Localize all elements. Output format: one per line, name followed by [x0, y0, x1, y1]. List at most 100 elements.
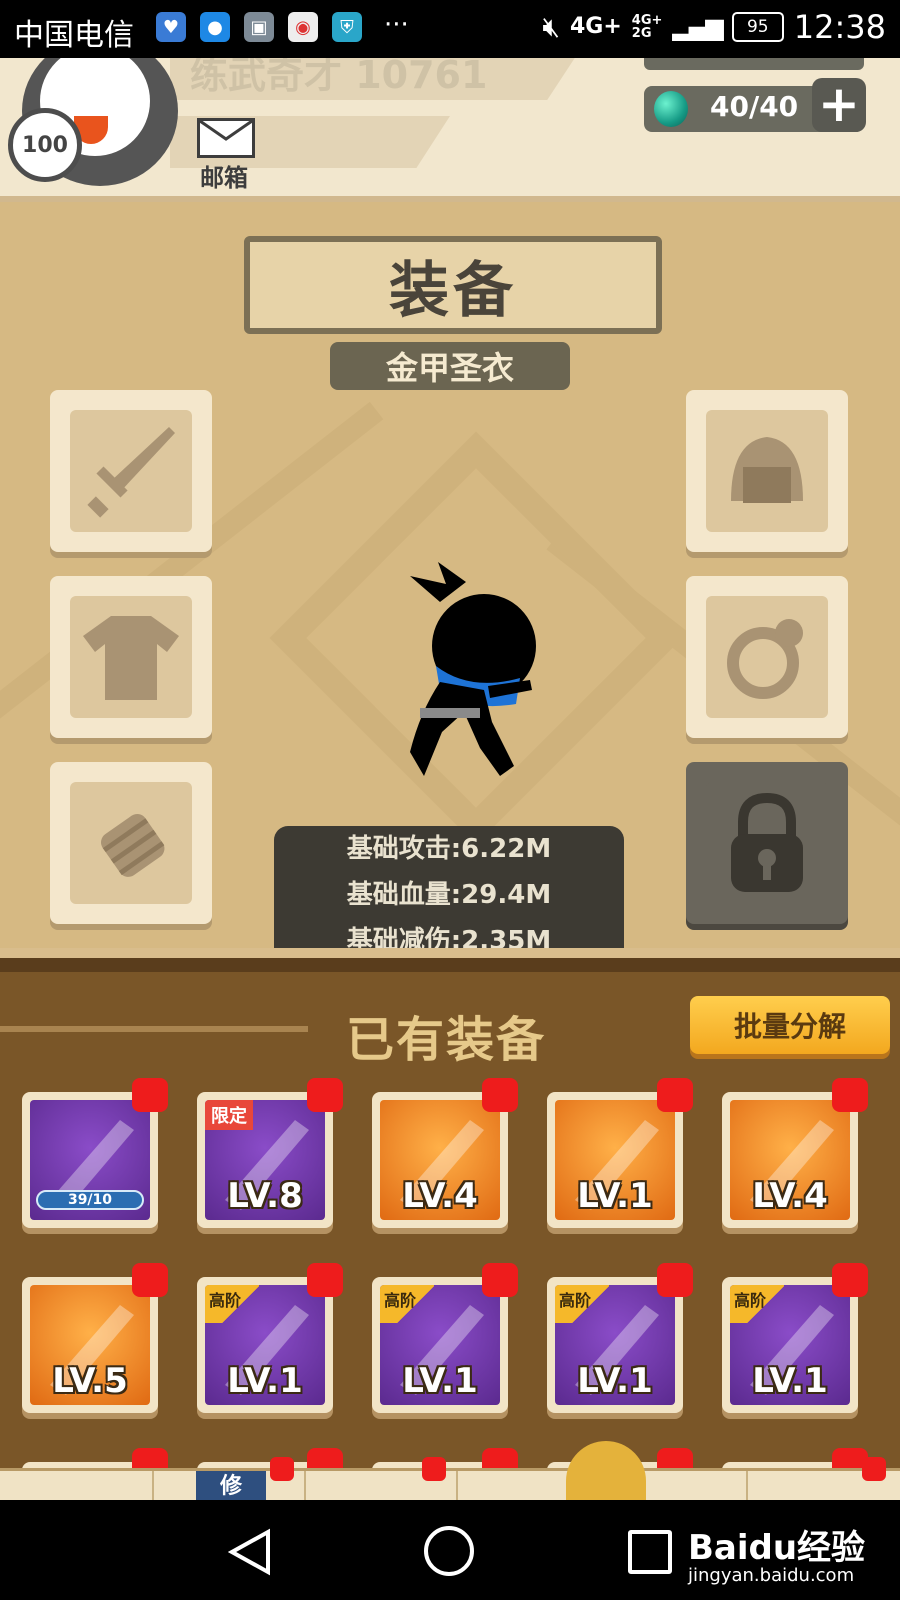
inventory-item[interactable]: LV.4	[722, 1078, 868, 1228]
new-item-dot	[832, 1263, 868, 1297]
browser-app-icon: ◉	[288, 12, 318, 42]
mail-icon[interactable]	[197, 118, 255, 158]
item-tag: 高阶	[380, 1285, 435, 1323]
bottom-navigation: 修	[0, 1441, 900, 1500]
item-tag: 高阶	[555, 1285, 610, 1323]
base-stats-panel: 基础攻击:6.22M 基础血量:29.4M 基础减伤:2.35M	[274, 826, 624, 948]
gem-count: 40/40	[710, 90, 799, 123]
armor-slot[interactable]	[50, 576, 212, 738]
shirt-icon	[83, 616, 179, 700]
new-item-dot	[657, 1263, 693, 1297]
level-badge: 100	[8, 108, 82, 182]
item-level-label: LV.1	[227, 1361, 303, 1401]
item-artwork: 39/10	[30, 1100, 150, 1220]
inventory-title: 已有装备	[346, 1012, 547, 1068]
player-name: 练武奇才 10761	[190, 58, 488, 97]
item-level-label: LV.4	[752, 1176, 828, 1216]
game-screen: 练武奇才 10761 邮箱 100 40/40 + 装备 金甲圣衣 基础攻击:6…	[0, 58, 900, 1500]
inventory-item[interactable]: 高阶 LV.1	[722, 1263, 868, 1413]
page-title-frame: 装备	[244, 236, 662, 334]
item-level-label: LV.1	[402, 1361, 478, 1401]
back-icon[interactable]	[228, 1528, 272, 1576]
character-avatar	[410, 562, 536, 776]
attack-stat: 基础攻击:6.22M	[346, 834, 552, 864]
new-item-dot	[482, 1263, 518, 1297]
new-item-dot	[132, 1263, 168, 1297]
item-artwork: LV.1	[555, 1100, 675, 1220]
inventory-item[interactable]: 高阶 LV.1	[372, 1263, 518, 1413]
new-item-dot	[307, 1263, 343, 1297]
weapon-slot[interactable]	[50, 390, 212, 552]
damage-reduction-stat: 基础减伤:2.35M	[346, 926, 552, 948]
item-level-label: LV.4	[402, 1176, 478, 1216]
add-gems-button[interactable]: +	[812, 78, 866, 132]
item-artwork: 高阶 LV.1	[555, 1285, 675, 1405]
item-level-label: LV.1	[577, 1361, 653, 1401]
item-artwork: 高阶 LV.1	[205, 1285, 325, 1405]
item-level-label: LV.5	[52, 1361, 128, 1401]
helmet-icon	[731, 437, 803, 503]
item-artwork: 高阶 LV.1	[380, 1285, 500, 1405]
inventory-item[interactable]: LV.1	[547, 1078, 693, 1228]
ring-icon	[727, 619, 803, 699]
inventory-item[interactable]: 高阶 LV.1	[547, 1263, 693, 1413]
nav-tab-1[interactable]	[0, 1471, 154, 1500]
divider	[0, 1026, 308, 1032]
clock: 12:38	[793, 8, 886, 46]
item-artwork: LV.4	[380, 1100, 500, 1220]
inventory-item[interactable]: 高阶 LV.1	[197, 1263, 343, 1413]
mail-button-label[interactable]: 邮箱	[200, 158, 248, 193]
hp-stat: 基础血量:29.4M	[346, 880, 552, 910]
notification-dot	[270, 1457, 294, 1481]
item-artwork: 限定 LV.8	[205, 1100, 325, 1220]
notification-dot	[862, 1457, 886, 1481]
page-title: 装备	[389, 255, 517, 326]
secondary-network-indicator: 4G+ 2G	[631, 13, 663, 41]
nav-tab-4[interactable]	[456, 1441, 748, 1500]
nav-tab-2-label: 修	[196, 1471, 266, 1500]
new-item-dot	[657, 1078, 693, 1112]
bracer-icon	[101, 813, 165, 877]
resource-bar-top	[644, 58, 864, 70]
watermark: Baidu经验 jingyan.baidu.com	[688, 1520, 865, 1586]
item-tag: 限定	[205, 1100, 253, 1130]
notification-dot	[422, 1457, 446, 1481]
locked-slot[interactable]	[686, 762, 848, 924]
player-header: 练武奇才 10761 邮箱 100 40/40 +	[0, 58, 900, 202]
inventory-item[interactable]: 限定 LV.8	[197, 1078, 343, 1228]
sword-icon	[87, 427, 175, 518]
mute-icon: 🔇︎	[542, 10, 560, 43]
item-level-label: LV.1	[752, 1361, 828, 1401]
equipment-set-name: 金甲圣衣	[330, 342, 570, 390]
inventory-item[interactable]: LV.5	[22, 1263, 168, 1413]
signal-icon: ▂▄▆	[672, 13, 723, 41]
gallery-app-icon: ▣	[244, 12, 274, 42]
new-item-dot	[482, 1078, 518, 1112]
equipment-panel: 装备 金甲圣衣 基础攻击:6.22M 基础血量:29.4M 基础减伤:2.35M	[0, 202, 900, 948]
new-item-dot	[832, 1078, 868, 1112]
inventory-item[interactable]: 39/10	[22, 1078, 168, 1228]
inventory-panel: 已有装备 批量分解 39/10 限定 LV.8 LV.4 LV.1 LV.4 LV.5 高阶 L…	[0, 958, 900, 1500]
recent-apps-icon[interactable]	[628, 1530, 672, 1574]
status-bar: 中国电信 ♥ ● ▣ ◉ ⛨ ··· 🔇︎ 4G+ 4G+ 2G ▂▄▆ 95 1…	[0, 0, 900, 58]
inventory-item[interactable]: LV.4	[372, 1078, 518, 1228]
ring-slot[interactable]	[686, 576, 848, 738]
more-notifications-icon: ···	[384, 10, 409, 40]
helmet-slot[interactable]	[686, 390, 848, 552]
set-name-label: 金甲圣衣	[385, 349, 514, 387]
item-artwork: LV.5	[30, 1285, 150, 1405]
item-level-label: LV.1	[577, 1176, 653, 1216]
system-navigation-bar: Baidu经验 jingyan.baidu.com	[0, 1500, 900, 1600]
watermark-url: jingyan.baidu.com	[688, 1565, 855, 1586]
battery-indicator: 95	[731, 12, 784, 42]
notification-icons: ♥ ● ▣ ◉ ⛨	[156, 12, 362, 42]
lock-icon	[731, 792, 803, 892]
network-indicator: 4G+	[569, 14, 622, 39]
bulk-dismantle-button[interactable]: 批量分解	[690, 996, 890, 1054]
security-app-icon: ⛨	[332, 12, 362, 42]
item-level-label: LV.8	[227, 1176, 303, 1216]
home-icon[interactable]	[424, 1526, 474, 1576]
bracer-slot[interactable]	[50, 762, 212, 924]
item-tag: 高阶	[205, 1285, 260, 1323]
new-item-dot	[307, 1078, 343, 1112]
